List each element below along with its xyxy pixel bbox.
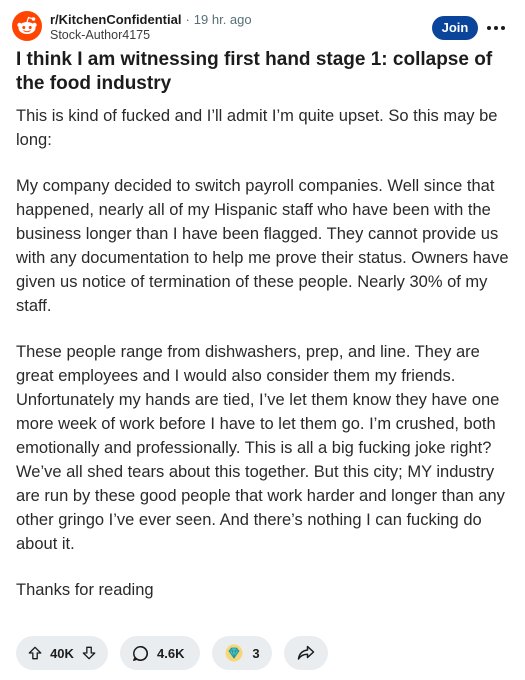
award-button[interactable]: 3 — [212, 636, 272, 670]
subreddit-name[interactable]: r/KitchenConfidential — [50, 12, 181, 27]
post-header: r/KitchenConfidential · 19 hr. ago Stock-A… — [0, 0, 525, 46]
post-author[interactable]: Stock-Author4175 — [50, 28, 150, 42]
post-paragraph: My company decided to switch payroll com… — [16, 177, 509, 315]
vote-count: 40K — [50, 645, 74, 661]
comment-bubble-icon — [133, 645, 148, 661]
post-paragraph: This is kind of fucked and I’ll admit I’… — [16, 107, 498, 149]
post-paragraph: Thanks for reading — [16, 581, 154, 599]
join-button[interactable]: Join — [432, 16, 478, 40]
award-count: 3 — [252, 645, 260, 661]
award-gem-icon — [225, 644, 243, 662]
post-meta-line: r/KitchenConfidential · 19 hr. ago — [50, 12, 252, 28]
post-body: This is kind of fucked and I’ll admit I’… — [16, 104, 516, 624]
more-horizontal-icon — [487, 26, 491, 30]
comment-count: 4.6K — [157, 645, 185, 661]
post-time: 19 hr. ago — [193, 12, 252, 27]
post-action-bar: 40K 4.6K 3 — [16, 636, 328, 670]
vote-control: 40K — [16, 636, 108, 670]
share-arrow-icon — [297, 645, 315, 660]
reddit-snoo-icon[interactable] — [12, 11, 42, 41]
post-paragraph: These people range from dishwashers, pre… — [16, 343, 505, 553]
downvote-arrow-icon[interactable] — [82, 645, 96, 661]
share-button[interactable] — [284, 636, 328, 670]
upvote-arrow-icon[interactable] — [28, 645, 42, 661]
post-title: I think I am witnessing first hand stage… — [16, 49, 493, 94]
meta-separator: · — [185, 12, 190, 27]
comments-button[interactable]: 4.6K — [120, 636, 200, 670]
more-options-button[interactable] — [484, 16, 508, 40]
